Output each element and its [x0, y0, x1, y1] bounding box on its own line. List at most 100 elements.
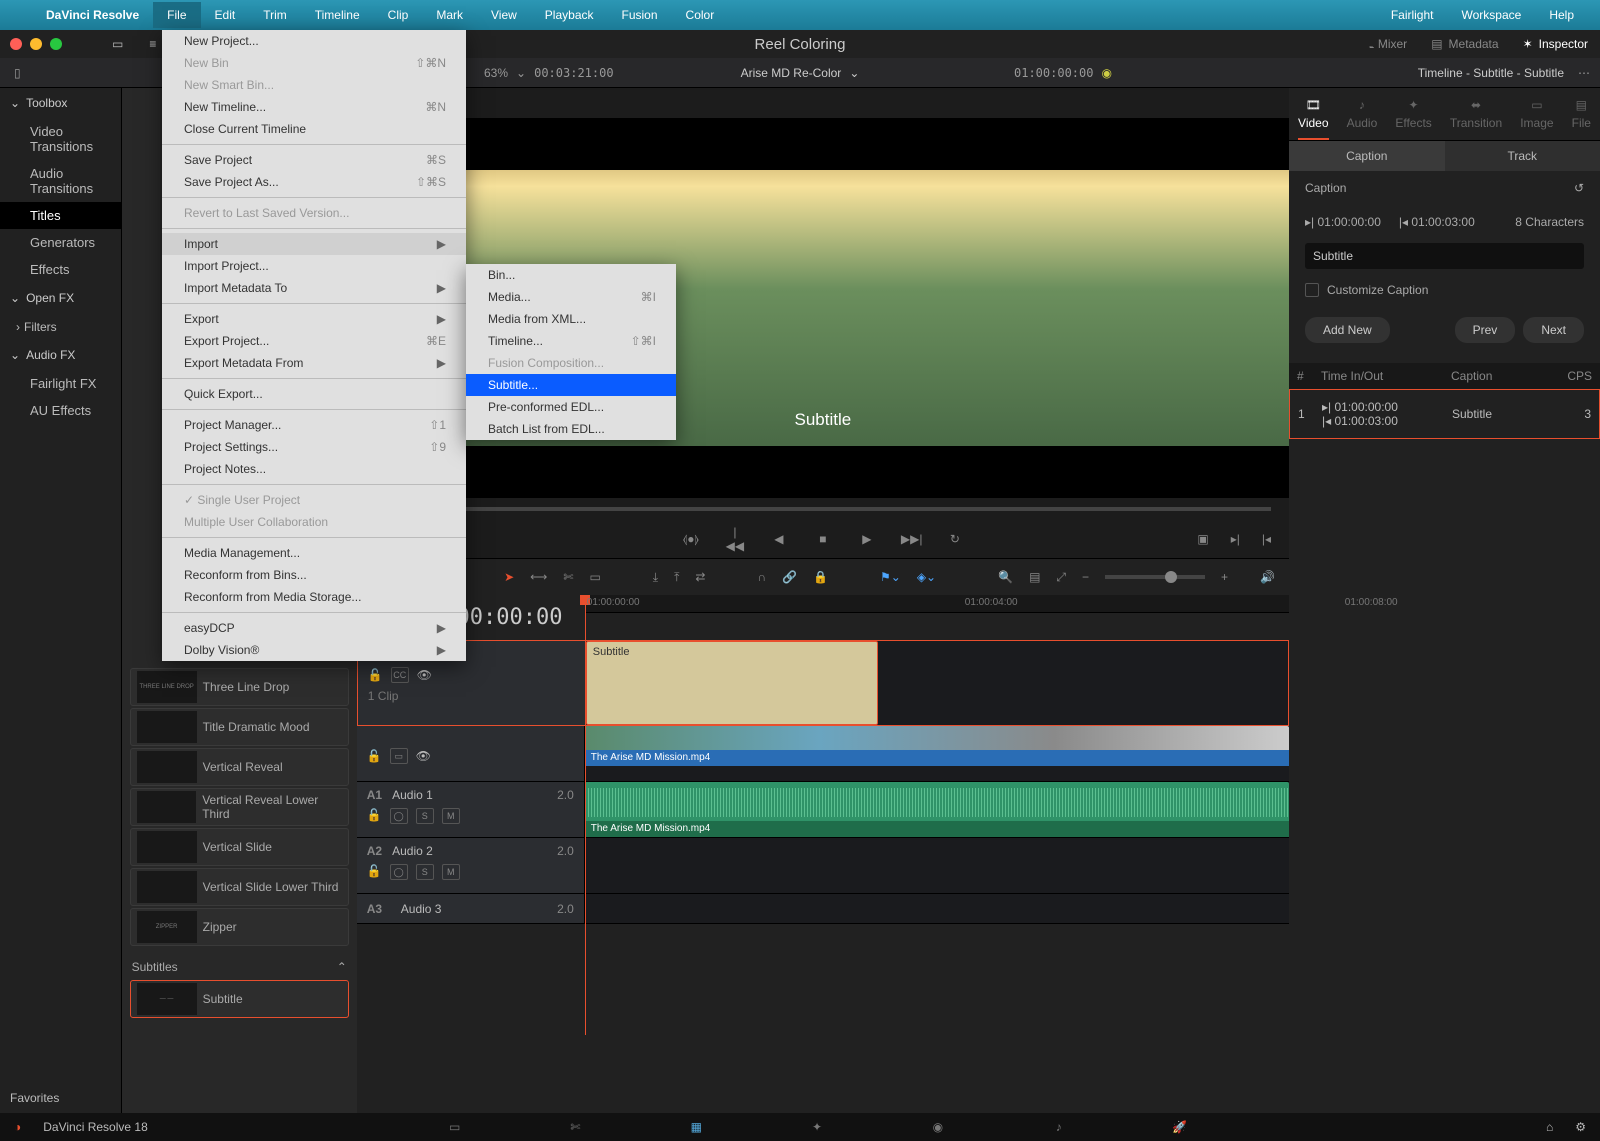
- sidebar-item-fairlight-fx[interactable]: Fairlight FX: [0, 370, 121, 397]
- arrow-tool-icon[interactable]: ➤: [504, 570, 514, 584]
- favorites-section[interactable]: Favorites: [10, 1091, 59, 1105]
- menu-fusion[interactable]: Fusion: [608, 2, 672, 28]
- menu-item[interactable]: New Timeline...⌘N: [162, 96, 466, 118]
- sidebar-item-filters[interactable]: ›Filters: [0, 313, 121, 340]
- link-icon[interactable]: 🔗: [782, 570, 797, 584]
- cut-page-icon[interactable]: ✄: [557, 1117, 593, 1137]
- mixer-tab[interactable]: ꜡꜡Mixer: [1372, 37, 1407, 51]
- title-preset-row[interactable]: ZIPPERZipper: [130, 908, 349, 946]
- search-icon[interactable]: 🔍: [998, 570, 1013, 584]
- menu-mark[interactable]: Mark: [422, 2, 477, 28]
- subtitle-table-row[interactable]: 1 ▸| 01:00:00:00 |◂ 01:00:03:00 Subtitle…: [1289, 389, 1600, 439]
- play-reverse-icon[interactable]: ◀: [769, 532, 789, 546]
- audio-clip[interactable]: The Arise MD Mission.mp4: [585, 782, 1289, 837]
- record-arm-icon[interactable]: ◯: [390, 864, 408, 880]
- go-start-icon[interactable]: |◀◀: [725, 525, 745, 553]
- inspector-tab-effects[interactable]: ✦Effects: [1395, 98, 1431, 140]
- viewer-zoom[interactable]: 63%: [484, 66, 508, 80]
- menu-item[interactable]: Quick Export...: [162, 383, 466, 405]
- inspector-tab-image[interactable]: ▭Image: [1520, 98, 1553, 140]
- reset-icon[interactable]: ↺: [1574, 181, 1584, 195]
- menu-item[interactable]: Subtitle...: [466, 374, 676, 396]
- menu-fairlight[interactable]: Fairlight: [1377, 2, 1448, 28]
- color-wheel-icon[interactable]: ◉: [1101, 66, 1111, 80]
- title-preset-row[interactable]: Vertical Slide: [130, 828, 349, 866]
- chevron-down-icon[interactable]: ⌄: [516, 66, 526, 80]
- sidebar-item-titles[interactable]: Titles: [0, 202, 121, 229]
- sidebar-item-generators[interactable]: Generators: [0, 229, 121, 256]
- solo-button[interactable]: S: [416, 864, 434, 880]
- menu-item[interactable]: Timeline...⇧⌘I: [466, 330, 676, 352]
- ripple-icon[interactable]: ⤒: [674, 570, 679, 585]
- sidebar-toggle-icon[interactable]: ▯: [14, 66, 21, 80]
- mark-out-icon[interactable]: |◂: [1262, 532, 1271, 546]
- inspector-tab[interactable]: ✶Inspector: [1523, 37, 1588, 51]
- lock-icon[interactable]: 🔓: [367, 749, 382, 763]
- inspector-tab-transition[interactable]: ⬌Transition: [1450, 98, 1502, 140]
- menu-item[interactable]: Bin...: [466, 264, 676, 286]
- mark-in-icon[interactable]: ▸|: [1231, 532, 1240, 546]
- customize-caption-checkbox[interactable]: Customize Caption: [1305, 283, 1428, 297]
- menu-item[interactable]: Export▶: [162, 308, 466, 330]
- menu-item[interactable]: Media from XML...: [466, 308, 676, 330]
- menu-item[interactable]: Reconform from Bins...: [162, 564, 466, 586]
- magnet-icon[interactable]: ∩: [757, 570, 766, 584]
- first-frame-icon[interactable]: ⦉●⦊: [681, 532, 701, 547]
- more-icon[interactable]: ⋯: [1578, 66, 1590, 80]
- effects-library-icon[interactable]: ≡: [149, 37, 156, 51]
- playhead-line[interactable]: [585, 595, 586, 1035]
- caption-text-input[interactable]: Subtitle: [1305, 243, 1584, 269]
- loop-icon[interactable]: ↻: [945, 532, 965, 546]
- close-window-icon[interactable]: [10, 38, 22, 50]
- solo-button[interactable]: S: [416, 808, 434, 824]
- caption-tab[interactable]: Caption: [1289, 141, 1445, 171]
- sidebar-item-video-transitions[interactable]: Video Transitions: [0, 118, 121, 160]
- chevron-down-icon[interactable]: ⌄: [849, 66, 859, 80]
- menu-item[interactable]: Export Project...⌘E: [162, 330, 466, 352]
- trim-tool-icon[interactable]: ⟷: [530, 570, 547, 584]
- menu-clip[interactable]: Clip: [374, 2, 423, 28]
- flag-icon[interactable]: ⚑⌄: [880, 570, 901, 584]
- inspector-tab-video[interactable]: 🎞Video: [1298, 98, 1328, 140]
- settings-icon[interactable]: ⚙: [1575, 1120, 1586, 1134]
- menu-item[interactable]: Project Settings...⇧9: [162, 436, 466, 458]
- title-preset-row[interactable]: Title Dramatic Mood: [130, 708, 349, 746]
- time-in[interactable]: ▸| 01:00:00:00: [1305, 215, 1381, 229]
- add-new-button[interactable]: Add New: [1305, 317, 1390, 343]
- media-pool-icon[interactable]: ▭: [112, 37, 123, 51]
- lock-icon[interactable]: 🔓: [367, 808, 382, 824]
- sidebar-item-effects[interactable]: Effects: [0, 256, 121, 283]
- home-icon[interactable]: ⌂: [1546, 1120, 1553, 1134]
- metadata-tab[interactable]: ▤Metadata: [1431, 37, 1498, 51]
- video-track-v1[interactable]: 🔓 ▭ 👁 The Arise MD Mission.mp4: [357, 726, 1289, 782]
- menu-edit[interactable]: Edit: [201, 2, 250, 28]
- resolve-logo-icon[interactable]: ◑: [14, 1120, 21, 1134]
- lock-icon[interactable]: 🔓: [368, 668, 383, 682]
- menu-item[interactable]: Dolby Vision®▶: [162, 639, 466, 661]
- menu-item[interactable]: Import Metadata To▶: [162, 277, 466, 299]
- eye-icon[interactable]: 👁: [416, 749, 431, 763]
- audio-track-a3[interactable]: A3 Audio 32.0: [357, 894, 1289, 924]
- append-icon[interactable]: ⤓: [653, 570, 658, 585]
- menu-item[interactable]: Batch List from EDL...: [466, 418, 676, 440]
- zoom-fit-icon[interactable]: ⤢: [1056, 570, 1066, 585]
- menu-item[interactable]: Project Notes...: [162, 458, 466, 480]
- menu-color[interactable]: Color: [672, 2, 729, 28]
- menu-item[interactable]: Project Manager...⇧1: [162, 414, 466, 436]
- go-end-icon[interactable]: ▶▶|: [901, 532, 921, 546]
- zoom-in-icon[interactable]: +: [1221, 570, 1228, 584]
- timeline-ruler[interactable]: 01:00:00:00 01:00:04:00 01:00:08:00: [585, 595, 1289, 613]
- play-icon[interactable]: ▶: [857, 532, 877, 546]
- menu-item[interactable]: Save Project⌘S: [162, 149, 466, 171]
- audio-track-a1[interactable]: A1Audio 12.0 🔓◯SM The Arise MD Mission.m…: [357, 782, 1289, 838]
- replace-icon[interactable]: ⇄: [695, 570, 705, 584]
- prev-button[interactable]: Prev: [1455, 317, 1516, 343]
- menu-item[interactable]: Import Project...: [162, 255, 466, 277]
- subtitles-section-header[interactable]: Subtitles⌃: [132, 960, 347, 974]
- openfx-group[interactable]: ⌄Open FX: [0, 283, 121, 313]
- marker-icon[interactable]: ◈⌄: [917, 570, 936, 584]
- source-clip-name[interactable]: Arise MD Re-Color ⌄: [727, 66, 874, 80]
- deliver-page-icon[interactable]: 🚀: [1162, 1117, 1198, 1137]
- subtitle-clip[interactable]: Subtitle: [586, 641, 878, 725]
- lock-icon[interactable]: 🔓: [367, 864, 382, 880]
